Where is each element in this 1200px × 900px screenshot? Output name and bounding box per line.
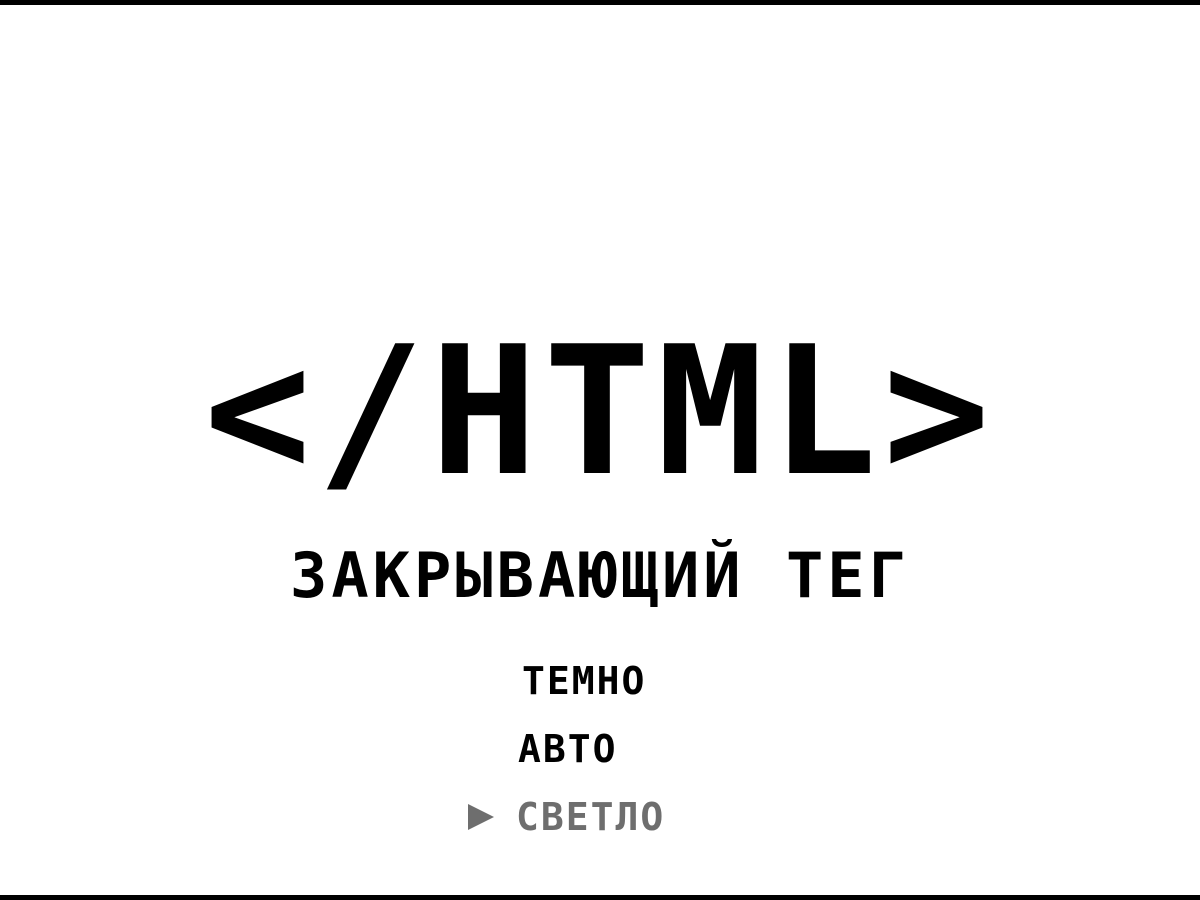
menu-item-dark[interactable]: ТЕМНО <box>522 657 646 705</box>
menu-item-label: ТЕМНО <box>522 659 647 703</box>
menu-item-auto[interactable]: АВТО <box>518 725 618 773</box>
theme-menu: ТЕМНО АВТО СВЕТЛО <box>0 657 1200 857</box>
title-screen: </HTML> ЗАКРЫВАЮЩИЙ ТЕГ ТЕМНО АВТО СВЕТЛ… <box>0 0 1200 900</box>
game-logo: </HTML> <box>203 308 997 515</box>
menu-item-label: АВТО <box>518 727 618 771</box>
triangle-right-icon <box>468 803 494 830</box>
menu-item-light[interactable]: СВЕТЛО <box>468 793 665 841</box>
game-subtitle: ЗАКРЫВАЮЩИЙ ТЕГ <box>290 539 910 612</box>
menu-item-label: СВЕТЛО <box>516 795 666 839</box>
